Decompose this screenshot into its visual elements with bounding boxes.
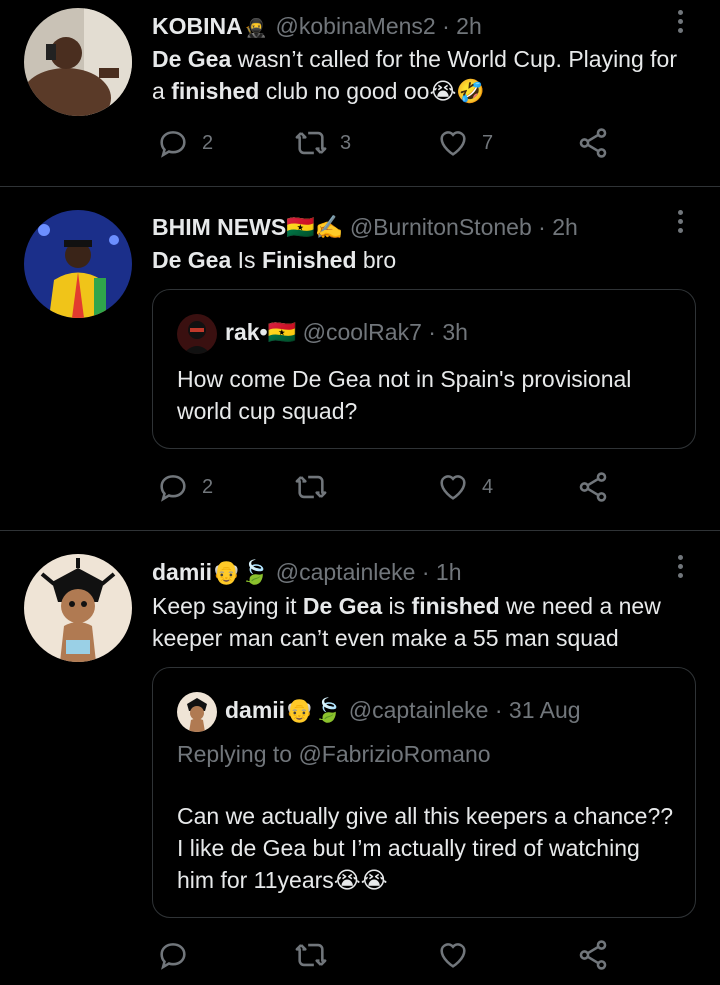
user-handle[interactable]: @captainleke [276,559,416,585]
quoted-timestamp[interactable]: 31 Aug [509,697,581,723]
quoted-tweet[interactable]: rak•🇬🇭 @coolRak7 · 3h How come De Gea no… [152,289,696,449]
reply-count: 2 [202,475,214,498]
reply-button[interactable]: 2 [156,470,213,504]
like-count: 4 [482,475,494,498]
retweet-button[interactable]: 3 [294,126,351,160]
quoted-user-handle[interactable]: @captainleke [349,697,489,723]
share-icon [579,128,607,158]
quoted-tweet-header: rak•🇬🇭 @coolRak7 · 3h [177,314,468,354]
quoted-avatar[interactable] [177,314,217,354]
avatar[interactable] [24,554,132,662]
quoted-tweet-text: How come De Gea not in Spain's provision… [177,366,632,424]
tweet-actions: 2 3 7 [152,126,622,166]
share-button[interactable] [576,126,610,160]
reply-icon [160,475,186,502]
tweet-header: damii👴🍃 @captainleke · 1h [152,559,462,585]
quoted-avatar[interactable] [177,692,217,732]
more-options-icon[interactable] [678,10,686,37]
display-name[interactable]: BHIM NEWS🇬🇭✍️ [152,214,343,240]
ninja-emoji-icon: 🥷 [244,17,268,38]
reply-icon [160,943,186,970]
heart-icon [440,131,466,156]
share-button[interactable] [576,470,610,504]
retweet-icon [295,475,327,499]
display-name[interactable]: damii👴🍃 [152,559,269,585]
tweet-header: BHIM NEWS🇬🇭✍️ @BurnitonStoneb · 2h [152,214,578,240]
tweet-actions: 2 4 [152,470,622,510]
share-icon [579,472,607,502]
user-handle[interactable]: @kobinaMens2 [276,13,436,39]
heart-icon [440,475,466,500]
like-count: 7 [482,131,494,154]
more-options-icon[interactable] [678,210,686,237]
like-button[interactable]: 7 [436,126,493,160]
heart-icon [440,943,466,968]
tweet-actions [152,938,622,978]
reply-count: 2 [202,131,214,154]
tweet-2[interactable]: BHIM NEWS🇬🇭✍️ @BurnitonStoneb · 2h De Ge… [0,187,720,530]
timestamp[interactable]: 1h [436,559,462,585]
tweet-text: De Gea Is Finished bro [152,247,397,273]
more-options-icon[interactable] [678,555,686,582]
display-name[interactable]: KOBINA [152,13,243,39]
retweet-icon [295,131,327,155]
quoted-tweet[interactable]: damii👴🍃 @captainleke · 31 Aug Replying t… [152,667,696,918]
timestamp[interactable]: 2h [552,214,578,240]
quoted-tweet-text: Can we actually give all this keepers a … [177,803,674,893]
quoted-display-name[interactable]: damii👴🍃 [225,697,342,723]
tweet-text: De Gea wasn’t called for the World Cup. … [152,46,677,104]
tweet-3[interactable]: damii👴🍃 @captainleke · 1h Keep saying it… [0,531,720,985]
retweet-button[interactable] [294,470,340,504]
share-icon [579,940,607,970]
retweet-icon [295,943,327,967]
quoted-user-handle[interactable]: @coolRak7 [303,319,422,345]
reply-button[interactable] [156,938,202,972]
retweet-count: 3 [340,131,352,154]
avatar[interactable] [24,210,132,318]
quoted-tweet-header: damii👴🍃 @captainleke · 31 Aug [177,692,581,732]
like-button[interactable]: 4 [436,470,493,504]
like-button[interactable] [436,938,482,972]
timestamp[interactable]: 2h [456,13,482,39]
quoted-timestamp[interactable]: 3h [442,319,468,345]
tweet-1[interactable]: KOBINA 🥷 @kobinaMens2 · 2h De Gea wasn’t … [0,0,720,186]
avatar[interactable] [24,8,132,116]
tweet-text: Keep saying it De Gea is finished we nee… [152,593,661,651]
replying-to[interactable]: Replying to @FabrizioRomano [177,741,491,768]
tweet-header: KOBINA 🥷 @kobinaMens2 · 2h [152,11,482,43]
share-button[interactable] [576,938,610,972]
reply-icon [160,131,186,158]
reply-button[interactable]: 2 [156,126,213,160]
user-handle[interactable]: @BurnitonStoneb [350,214,532,240]
quoted-display-name[interactable]: rak•🇬🇭 [225,319,296,345]
retweet-button[interactable] [294,938,340,972]
